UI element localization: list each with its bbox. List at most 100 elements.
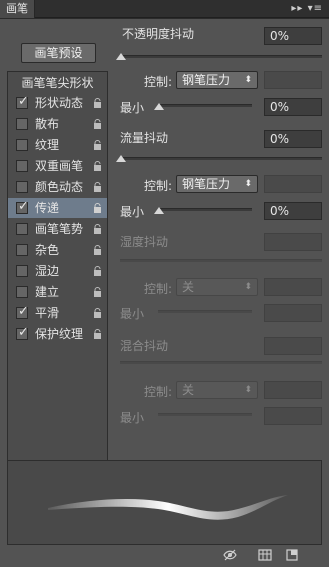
lock-icon[interactable] — [93, 266, 102, 276]
wetness-jitter-value — [264, 233, 322, 251]
slider-thumb[interactable] — [154, 207, 164, 214]
slider-thumb[interactable] — [116, 155, 126, 162]
slider-thumb[interactable] — [154, 103, 164, 110]
mix-control-extra — [264, 381, 322, 399]
opacity-jitter-label: 不透明度抖动 — [122, 27, 195, 41]
check-icon: ✓ — [18, 94, 29, 109]
lock-icon[interactable] — [93, 140, 102, 150]
select-value: 关 — [182, 383, 195, 397]
checkbox[interactable] — [16, 160, 28, 172]
opacity-jitter-slider[interactable] — [120, 55, 322, 58]
eye-toggle-icon[interactable] — [223, 549, 237, 561]
opacity-control-select[interactable]: 钢笔压力 ⬍ — [176, 71, 258, 89]
mix-min-slider — [158, 413, 252, 416]
lock-icon[interactable] — [93, 329, 102, 339]
list-item-protect-texture[interactable]: ✓ 保护纹理 — [8, 324, 107, 344]
list-item-label: 散布 — [35, 117, 60, 131]
wetness-min-slider — [158, 310, 252, 313]
list-item-dual-brush[interactable]: 双重画笔 — [8, 156, 107, 176]
lock-icon[interactable] — [93, 119, 102, 129]
checkbox[interactable]: ✓ — [16, 94, 29, 109]
checkbox[interactable] — [16, 223, 28, 235]
panel-menu-icon[interactable]: ▸▸ ▾≡ — [291, 0, 323, 18]
brush-panel: 画笔预设 画笔笔尖形状 ✓ 形状动态 散布 纹理 双重画笔 颜色动态 ✓ 传递 … — [0, 18, 329, 567]
list-item-label: 传递 — [35, 201, 60, 215]
slider-thumb[interactable] — [116, 53, 126, 60]
wetness-jitter-slider — [120, 259, 322, 262]
flow-control-extra — [264, 175, 322, 193]
grid-icon[interactable] — [258, 549, 272, 561]
lock-icon[interactable] — [93, 161, 102, 171]
list-item-label: 建立 — [35, 285, 60, 299]
list-item-label: 纹理 — [35, 138, 60, 152]
lock-icon[interactable] — [93, 182, 102, 192]
list-item-shape-dynamics[interactable]: ✓ 形状动态 — [8, 93, 107, 113]
wetness-control-label: 控制: — [144, 282, 173, 296]
checkbox[interactable] — [16, 139, 28, 151]
lock-icon[interactable] — [93, 308, 102, 318]
wetness-min-value — [264, 304, 322, 322]
lock-icon[interactable] — [93, 203, 102, 213]
flow-min-value[interactable]: 0% — [264, 202, 322, 220]
flow-control-label: 控制: — [144, 179, 173, 193]
opacity-control-extra — [264, 71, 322, 89]
stroke-preview-icon — [48, 495, 288, 520]
select-value: 关 — [182, 280, 195, 294]
new-brush-icon[interactable] — [285, 549, 299, 561]
list-item-wet-edges[interactable]: 湿边 — [8, 261, 107, 281]
select-arrow-icon: ⬍ — [244, 282, 252, 292]
opacity-min-value[interactable]: 0% — [264, 98, 322, 116]
select-arrow-icon: ⬍ — [244, 385, 252, 395]
checkbox[interactable]: ✓ — [16, 199, 29, 214]
checkbox[interactable] — [16, 181, 28, 193]
brush-settings-list: 画笔笔尖形状 ✓ 形状动态 散布 纹理 双重画笔 颜色动态 ✓ 传递 画笔笔势 … — [7, 71, 108, 471]
lock-icon[interactable] — [93, 98, 102, 108]
flow-jitter-label: 流量抖动 — [120, 131, 169, 145]
mix-jitter-value — [264, 337, 322, 355]
wetness-jitter-label: 湿度抖动 — [120, 235, 169, 249]
brush-tip-shape-item[interactable]: 画笔笔尖形状 — [8, 74, 107, 92]
list-item-color-dynamics[interactable]: 颜色动态 — [8, 177, 107, 197]
list-item-label: 平滑 — [35, 306, 60, 320]
list-item-label: 画笔笔势 — [35, 222, 84, 236]
lock-icon[interactable] — [93, 224, 102, 234]
list-item-noise[interactable]: 杂色 — [8, 240, 107, 260]
list-item-label: 保护纹理 — [35, 327, 84, 341]
checkbox[interactable]: ✓ — [16, 326, 29, 340]
list-item-scattering[interactable]: 散布 — [8, 114, 107, 134]
list-item-label: 双重画笔 — [35, 159, 84, 173]
select-arrow-icon: ⬍ — [244, 179, 252, 189]
list-item-label: 形状动态 — [35, 96, 84, 110]
flow-jitter-slider[interactable] — [120, 157, 322, 160]
checkbox[interactable] — [16, 244, 28, 256]
panel-tab-brush[interactable]: 画笔 — [0, 0, 35, 18]
mix-jitter-slider — [120, 361, 322, 364]
brush-stroke-preview — [7, 460, 322, 545]
flow-min-label: 最小 — [120, 205, 145, 219]
opacity-jitter-value[interactable]: 0% — [264, 27, 322, 45]
flow-control-select[interactable]: 钢笔压力 ⬍ — [176, 175, 258, 193]
check-icon: ✓ — [18, 304, 29, 319]
list-item-transfer[interactable]: ✓ 传递 — [8, 198, 107, 218]
check-icon: ✓ — [18, 199, 29, 214]
checkbox[interactable] — [16, 265, 28, 277]
panel-titlebar: 画笔 ▸▸ ▾≡ — [0, 0, 329, 18]
mix-jitter-label: 混合抖动 — [120, 339, 169, 353]
flow-jitter-value[interactable]: 0% — [264, 130, 322, 148]
list-item-texture[interactable]: 纹理 — [8, 135, 107, 155]
flow-min-slider[interactable] — [158, 208, 252, 211]
checkbox[interactable]: ✓ — [16, 304, 29, 319]
list-item-smoothing[interactable]: ✓ 平滑 — [8, 303, 107, 323]
list-item-label: 湿边 — [35, 264, 60, 278]
opacity-min-slider[interactable] — [158, 104, 252, 107]
wetness-control-select: 关 ⬍ — [176, 278, 258, 296]
list-item-brush-pose[interactable]: 画笔笔势 — [8, 219, 107, 239]
list-item-build-up[interactable]: 建立 — [8, 282, 107, 302]
select-value: 钢笔压力 — [182, 177, 231, 191]
lock-icon[interactable] — [93, 245, 102, 255]
brush-presets-button[interactable]: 画笔预设 — [21, 43, 96, 63]
checkbox[interactable] — [16, 118, 28, 130]
select-arrow-icon: ⬍ — [244, 75, 252, 85]
lock-icon[interactable] — [93, 287, 102, 297]
checkbox[interactable] — [16, 286, 28, 298]
